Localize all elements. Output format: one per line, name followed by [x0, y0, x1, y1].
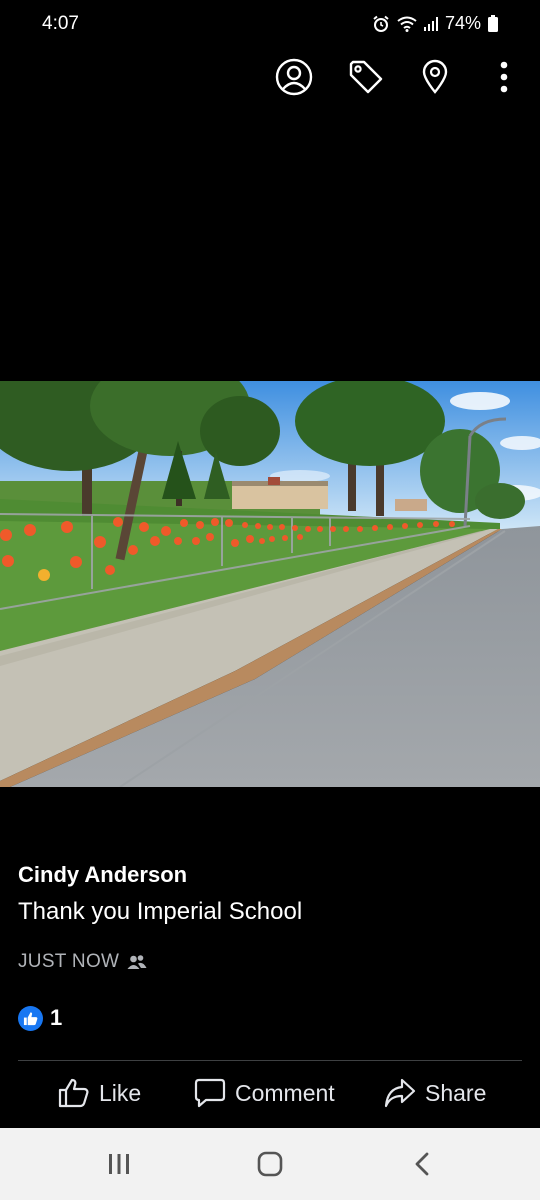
comment-button[interactable]: Comment	[194, 1078, 335, 1108]
recent-apps-icon	[109, 1154, 129, 1174]
battery-level: 74%	[444, 13, 481, 33]
status-bar: 4:07 74%	[0, 0, 540, 50]
back-icon	[415, 1152, 429, 1176]
tag-person-icon	[275, 58, 313, 96]
location-icon	[422, 59, 448, 94]
more-vertical-icon	[500, 61, 508, 93]
back-button[interactable]	[402, 1148, 442, 1180]
tag-product-button[interactable]	[344, 55, 388, 99]
home-button[interactable]	[250, 1148, 290, 1180]
battery-icon	[488, 15, 498, 32]
signal-icon	[423, 16, 438, 31]
divider	[18, 1060, 522, 1061]
author-name[interactable]: Cindy Anderson	[18, 862, 522, 888]
system-nav-bar	[0, 1128, 540, 1200]
post-caption: Thank you Imperial School	[18, 898, 303, 925]
wifi-icon	[397, 16, 417, 32]
status-time: 4:07	[42, 13, 79, 34]
status-icons: 74%	[372, 13, 498, 34]
recent-apps-button[interactable]	[99, 1148, 139, 1180]
post-actions: Like Comment Share	[0, 1070, 540, 1125]
post-timestamp-row: JUST NOW	[18, 951, 147, 973]
photo-scene	[0, 381, 540, 787]
share-label: Share	[425, 1079, 487, 1106]
reaction-summary[interactable]: 1	[18, 1005, 62, 1031]
share-icon	[384, 1078, 416, 1108]
post-details: Cindy Anderson Thank you Imperial School	[18, 862, 522, 926]
post-timestamp[interactable]: JUST NOW	[18, 951, 119, 973]
like-reaction-icon	[18, 1005, 43, 1031]
more-options-button[interactable]	[482, 55, 526, 99]
tag-icon	[349, 60, 383, 94]
alarm-icon	[373, 15, 389, 32]
post-photo[interactable]	[0, 381, 540, 787]
comment-label: Comment	[235, 1079, 335, 1106]
location-button[interactable]	[413, 55, 457, 99]
thumbs-up-icon	[58, 1078, 89, 1108]
friends-icon	[127, 955, 147, 969]
home-icon	[257, 1151, 283, 1177]
reaction-count: 1	[50, 1005, 63, 1030]
like-button[interactable]: Like	[58, 1078, 141, 1108]
tag-person-button[interactable]	[272, 55, 316, 99]
share-button[interactable]: Share	[384, 1078, 486, 1108]
comment-icon	[194, 1078, 226, 1108]
like-label: Like	[99, 1079, 142, 1106]
photo-actions	[0, 55, 540, 99]
